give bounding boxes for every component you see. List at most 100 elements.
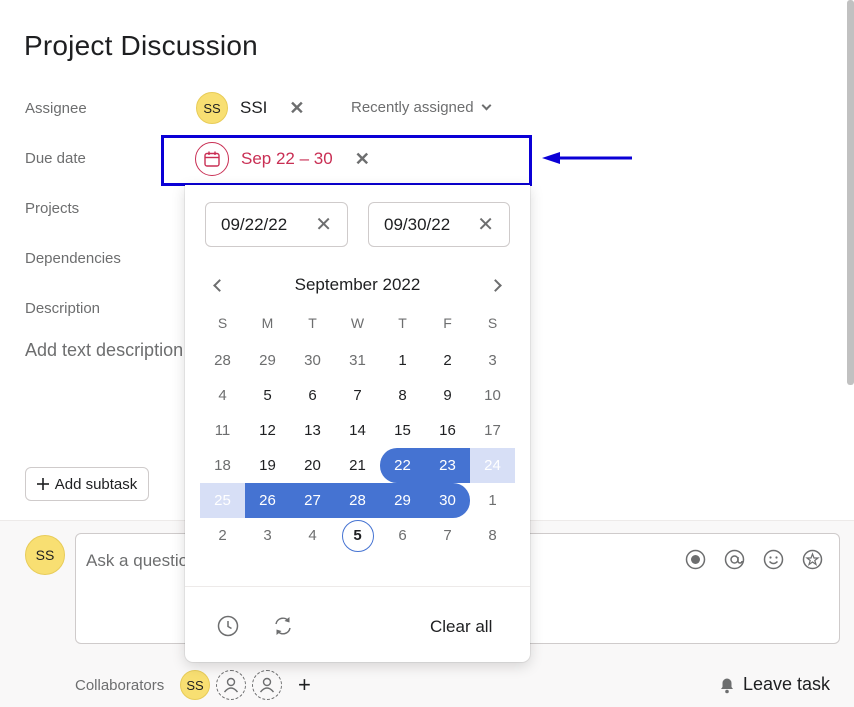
calendar-day[interactable]: 2 xyxy=(200,518,245,553)
description-editor[interactable]: Add text description xyxy=(25,340,183,361)
add-collaborator-button[interactable]: + xyxy=(298,672,311,698)
calendar-day[interactable]: 29 xyxy=(245,343,290,378)
date-picker-popover: 09/22/22 ✕ 09/30/22 ✕ September 2022 S M T… xyxy=(185,185,530,662)
recently-assigned-label: Recently assigned xyxy=(351,99,474,116)
scrollbar[interactable] xyxy=(847,0,854,385)
appreciation-star-icon[interactable] xyxy=(802,549,823,570)
calendar-day[interactable]: 20 xyxy=(290,448,335,483)
start-date-input[interactable]: 09/22/22 ✕ xyxy=(205,202,348,247)
dependencies-label: Dependencies xyxy=(25,250,121,267)
add-collaborator-user-icon[interactable] xyxy=(216,670,246,700)
clear-all-button[interactable]: Clear all xyxy=(430,617,492,637)
calendar-day[interactable]: 4 xyxy=(290,518,335,553)
calendar-day[interactable]: 10 xyxy=(470,378,515,413)
assignee-name[interactable]: SSI xyxy=(240,98,267,118)
calendar-day[interactable]: 26 xyxy=(245,483,290,518)
assignee-token[interactable]: SS SSI ✕ xyxy=(196,91,305,125)
calendar-day[interactable]: 1 xyxy=(380,343,425,378)
annotation-arrow-icon xyxy=(542,152,632,164)
comment-avatar-wrapper: SS xyxy=(25,535,65,575)
add-subtask-label: Add subtask xyxy=(54,475,138,493)
mention-icon[interactable] xyxy=(724,549,745,570)
month-title: September 2022 xyxy=(294,275,421,294)
clear-start-date-button[interactable]: ✕ xyxy=(315,212,332,237)
plus-icon xyxy=(36,478,49,490)
next-month-chevron-icon[interactable] xyxy=(487,275,507,295)
calendar-day[interactable]: 14 xyxy=(335,413,380,448)
bell-icon xyxy=(721,678,733,693)
leave-task-label: Leave task xyxy=(743,674,831,694)
remove-assignee-button[interactable]: ✕ xyxy=(289,98,304,119)
calendar-icon xyxy=(195,142,229,176)
calendar-day[interactable]: 28 xyxy=(200,343,245,378)
calendar-day[interactable]: 22 xyxy=(380,448,425,483)
remove-due-date-button[interactable]: ✕ xyxy=(355,149,370,170)
collaborators-label: Collaborators xyxy=(75,677,165,694)
chevron-down-icon xyxy=(481,100,492,111)
weekday-header: M xyxy=(261,315,274,331)
calendar-day[interactable]: 8 xyxy=(380,378,425,413)
calendar-day[interactable]: 24 xyxy=(470,448,515,483)
due-date-label: Due date xyxy=(25,150,86,167)
weekday-header: S xyxy=(217,315,228,331)
assignee-avatar: SS xyxy=(196,92,228,124)
calendar-day[interactable]: 8 xyxy=(470,518,515,553)
calendar-day[interactable]: 27 xyxy=(290,483,335,518)
due-date-token[interactable]: Sep 22 – 30 ✕ xyxy=(195,142,370,176)
today-marker: 5 xyxy=(341,519,374,552)
calendar-day[interactable]: 15 xyxy=(380,413,425,448)
calendar-day[interactable]: 31 xyxy=(335,343,380,378)
recently-assigned-dropdown[interactable]: Recently assigned xyxy=(351,99,492,116)
end-date-input[interactable]: 09/30/22 ✕ xyxy=(368,202,510,247)
calendar-day[interactable]: 6 xyxy=(380,518,425,553)
calendar-day[interactable]: 6 xyxy=(290,378,335,413)
calendar-day[interactable]: 16 xyxy=(425,413,470,448)
weekday-header: T xyxy=(308,315,317,331)
calendar-day[interactable]: 5 xyxy=(245,378,290,413)
calendar-day[interactable]: 29 xyxy=(380,483,425,518)
clear-end-date-button[interactable]: ✕ xyxy=(477,212,494,237)
calendar-day[interactable]: 4 xyxy=(200,378,245,413)
calendar-day[interactable]: 7 xyxy=(425,518,470,553)
assignee-label: Assignee xyxy=(25,100,87,117)
calendar-day[interactable]: 9 xyxy=(425,378,470,413)
projects-label: Projects xyxy=(25,200,80,217)
add-subtask-button[interactable]: Add subtask xyxy=(25,467,149,501)
comment-avatar: SS xyxy=(25,535,65,575)
calendar-day[interactable]: 19 xyxy=(245,448,290,483)
weekday-header: S xyxy=(487,315,498,331)
calendar-day[interactable]: 25 xyxy=(200,483,245,518)
calendar-day[interactable]: 28 xyxy=(335,483,380,518)
description-label: Description xyxy=(25,300,101,317)
calendar-day[interactable]: 7 xyxy=(335,378,380,413)
calendar-day[interactable]: 21 xyxy=(335,448,380,483)
calendar-day[interactable]: 30 xyxy=(290,343,335,378)
calendar-day[interactable]: 30 xyxy=(425,483,470,518)
end-date-value: 09/30/22 xyxy=(384,214,451,234)
calendar-day[interactable]: 12 xyxy=(245,413,290,448)
clock-icon[interactable] xyxy=(216,614,240,638)
collaborators-list: SS + xyxy=(180,670,311,700)
calendar-day[interactable]: 3 xyxy=(245,518,290,553)
calendar-day[interactable]: 13 xyxy=(290,413,335,448)
record-icon[interactable] xyxy=(685,549,706,570)
start-date-value: 09/22/22 xyxy=(221,214,288,234)
emoji-icon[interactable] xyxy=(763,549,784,570)
collaborator-avatar[interactable]: SS xyxy=(180,670,210,700)
leave-task-button[interactable]: Leave task xyxy=(717,674,830,695)
calendar-day[interactable]: 2 xyxy=(425,343,470,378)
calendar-day[interactable]: 17 xyxy=(470,413,515,448)
calendar-day[interactable]: 3 xyxy=(470,343,515,378)
due-date-text[interactable]: Sep 22 – 30 xyxy=(241,149,333,169)
task-title[interactable]: Project Discussion xyxy=(24,30,258,62)
weekday-header: W xyxy=(350,315,365,331)
calendar-day[interactable]: 5 xyxy=(335,518,380,553)
calendar-day[interactable]: 23 xyxy=(425,448,470,483)
add-collaborator-user-icon[interactable] xyxy=(252,670,282,700)
recurrence-icon[interactable] xyxy=(271,614,295,638)
calendar-day[interactable]: 18 xyxy=(200,448,245,483)
weekday-header: T xyxy=(398,315,407,331)
calendar-day[interactable]: 11 xyxy=(200,413,245,448)
calendar-day[interactable]: 1 xyxy=(470,483,515,518)
weekday-header: F xyxy=(443,315,452,331)
